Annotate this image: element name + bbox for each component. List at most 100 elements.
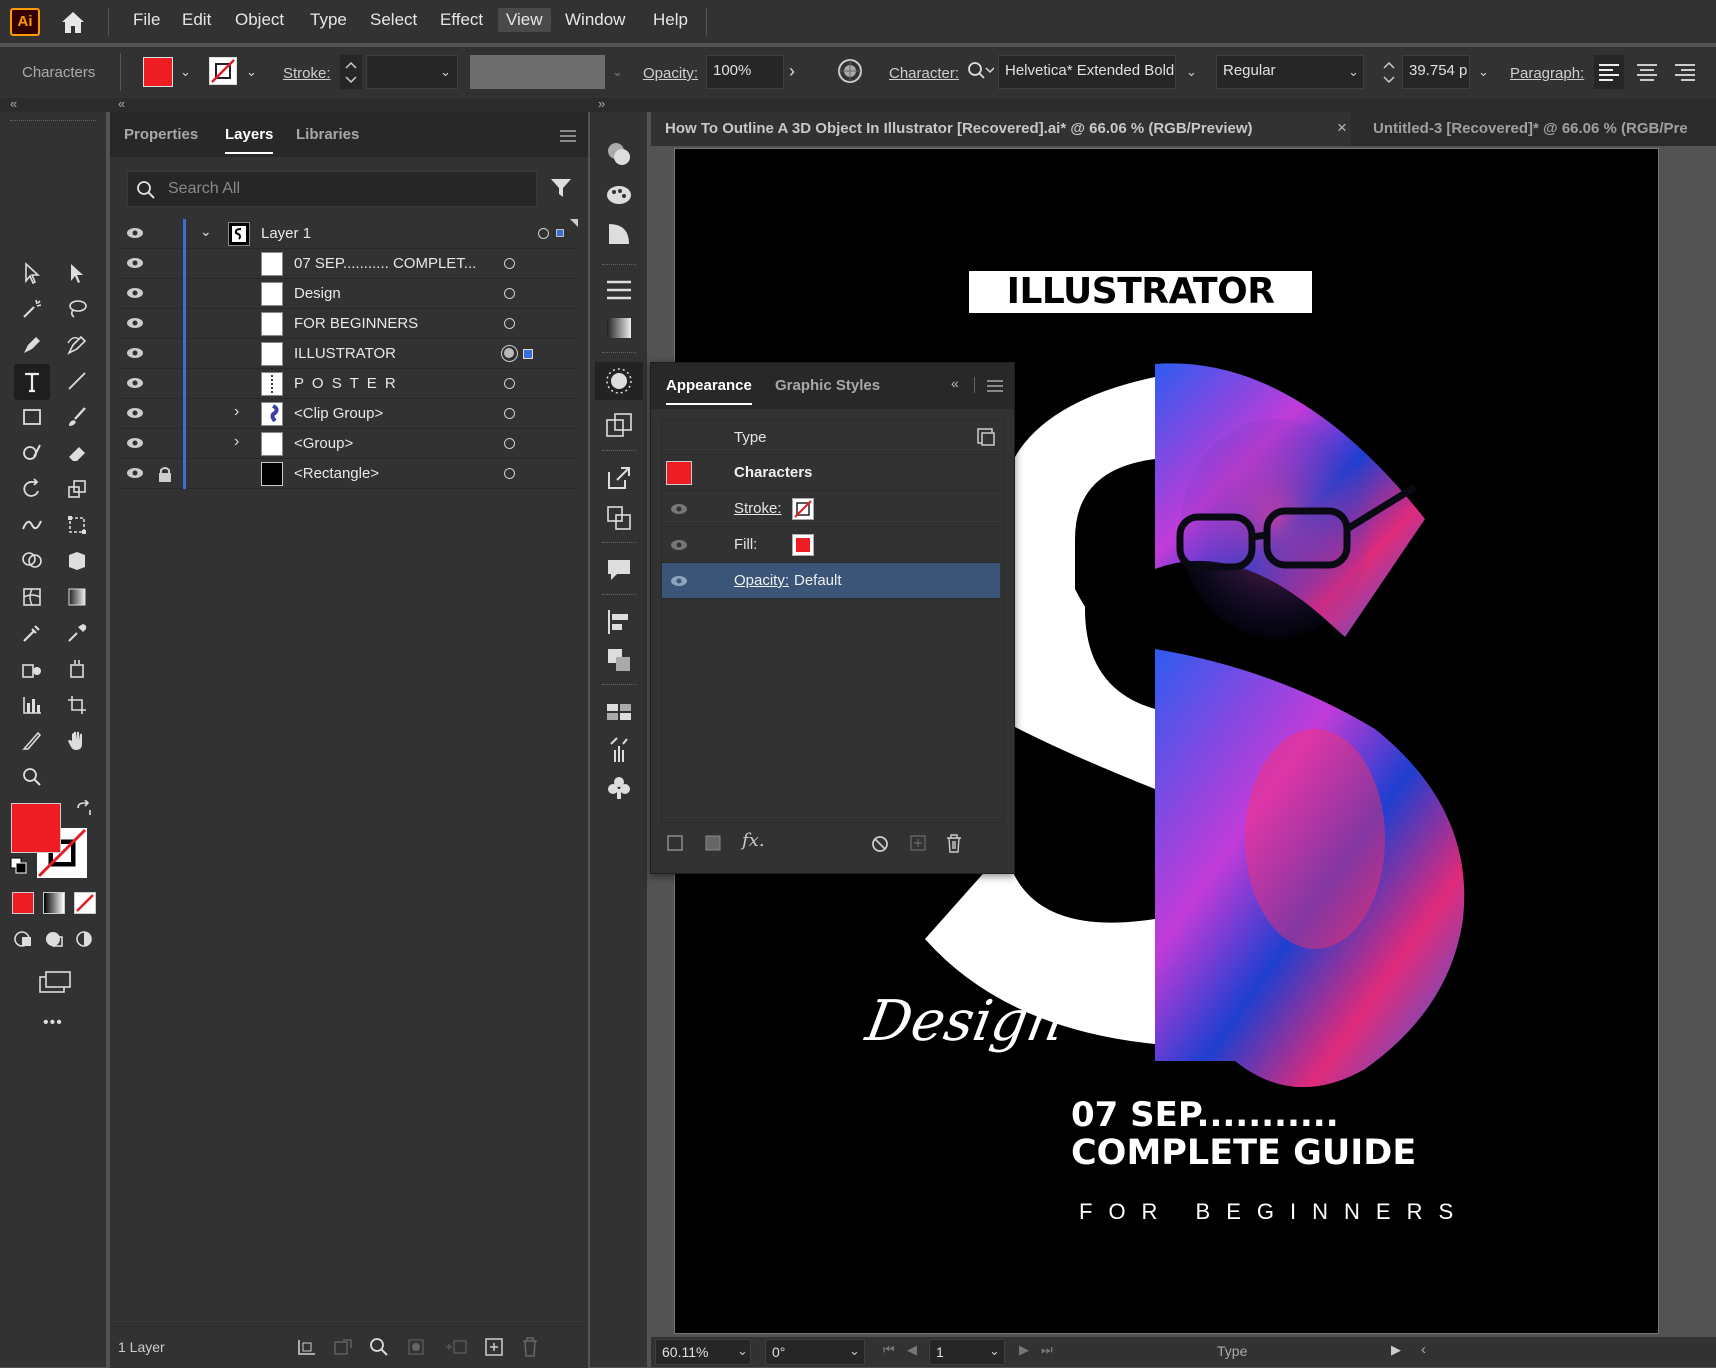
rectangle-tool[interactable] <box>17 402 47 432</box>
symbols-club-icon[interactable] <box>605 774 633 802</box>
slice-tool[interactable] <box>17 726 47 756</box>
expand-panels-icon[interactable]: » <box>598 96 605 111</box>
status-menu-arrow-icon[interactable]: ▶ <box>1391 1342 1401 1358</box>
align-panel-icon[interactable] <box>605 608 633 636</box>
layer-row-group[interactable]: › <Group> <box>118 429 578 459</box>
color-mode-button[interactable] <box>12 892 34 914</box>
lasso-tool[interactable] <box>62 294 92 324</box>
free-transform-tool[interactable] <box>62 510 92 540</box>
clear-appearance-icon[interactable] <box>870 834 890 854</box>
collapse-panel-icon[interactable]: « <box>951 375 959 391</box>
type-tool[interactable] <box>14 364 50 400</box>
mesh-tool[interactable] <box>17 582 47 612</box>
font-family-dropdown-icon[interactable]: ⌄ <box>1186 64 1197 80</box>
close-tab-icon[interactable]: × <box>1337 118 1347 138</box>
align-center-button[interactable] <box>1632 55 1662 89</box>
tab-graphic-styles[interactable]: Graphic Styles <box>775 377 880 394</box>
panel-menu-icon[interactable] <box>560 129 576 146</box>
font-search-icon[interactable] <box>966 59 995 87</box>
visibility-eye-icon[interactable] <box>126 227 144 239</box>
direct-selection-tool[interactable] <box>62 258 92 288</box>
rotation-dropdown-icon[interactable]: ⌄ <box>849 1343 860 1359</box>
blend-tool[interactable] <box>17 618 47 648</box>
shape-builder-tool[interactable] <box>17 546 47 576</box>
target-circle-icon[interactable] <box>504 258 515 269</box>
add-effect-fx-icon[interactable]: fx. <box>742 830 765 851</box>
pathfinder-icon[interactable] <box>605 646 633 674</box>
visibility-eye-icon[interactable] <box>126 287 144 299</box>
menu-object[interactable]: Object <box>235 10 284 30</box>
scroll-left-icon[interactable]: ‹ <box>1421 1341 1426 1358</box>
visibility-eye-icon[interactable] <box>126 437 144 449</box>
fill-red-swatch[interactable] <box>792 534 814 556</box>
appearance-row-stroke[interactable]: Stroke: <box>662 491 1000 527</box>
stroke-none-swatch[interactable] <box>792 498 814 520</box>
make-clipping-mask-icon[interactable] <box>406 1337 428 1357</box>
tab-appearance[interactable]: Appearance <box>666 377 752 405</box>
layer-row-layer1[interactable]: ⌄ Layer 1 <box>118 219 578 249</box>
gradient-panel-icon[interactable] <box>605 316 633 340</box>
target-circle-icon[interactable] <box>504 378 515 389</box>
profile-dropdown-icon[interactable]: ⌄ <box>612 64 623 80</box>
color-panel-icon[interactable] <box>605 140 633 168</box>
line-segment-tool[interactable] <box>62 366 92 396</box>
menu-effect[interactable]: Effect <box>440 10 483 30</box>
zoom-dropdown-icon[interactable]: ⌄ <box>737 1343 748 1359</box>
column-graph-tool[interactable] <box>17 690 47 720</box>
shaper-tool[interactable] <box>17 438 47 468</box>
symbol-sprayer-tool[interactable] <box>17 654 47 684</box>
appearance-fill-label[interactable]: Fill: <box>734 536 757 553</box>
zoom-tool[interactable] <box>17 762 47 792</box>
visibility-eye-icon[interactable] <box>126 317 144 329</box>
visibility-eye-icon[interactable] <box>670 503 688 515</box>
fill-color-box[interactable] <box>11 803 61 853</box>
target-circle-icon[interactable] <box>504 468 515 479</box>
gradient-tool[interactable] <box>62 582 92 612</box>
swap-fill-stroke-icon[interactable] <box>75 799 93 822</box>
color-guide-icon[interactable] <box>605 180 633 208</box>
opacity-arrow-icon[interactable]: › <box>789 61 795 82</box>
panel-menu-icon[interactable] <box>987 380 1003 392</box>
recolor-artwork-button[interactable] <box>836 57 864 85</box>
rotate-tool[interactable] <box>17 474 47 504</box>
target-circle-icon[interactable] <box>504 438 515 449</box>
target-circle-icon[interactable] <box>504 408 515 419</box>
default-fill-stroke-icon[interactable] <box>10 857 28 879</box>
layer-row-for-beginners[interactable]: FOR BEGINNERS <box>118 309 578 339</box>
add-stroke-icon[interactable] <box>666 834 684 852</box>
menu-file[interactable]: File <box>133 10 160 30</box>
font-size-stepper[interactable] <box>1378 55 1400 89</box>
opacity-field[interactable]: 100% <box>706 55 784 89</box>
characters-fill-swatch[interactable] <box>666 461 692 485</box>
align-left-button[interactable] <box>1594 55 1624 89</box>
appearance-stroke-label[interactable]: Stroke: <box>734 500 782 517</box>
layer-row-illustrator[interactable]: ILLUSTRATOR <box>118 339 578 369</box>
duplicate-item-icon[interactable] <box>909 834 927 852</box>
new-layer-icon[interactable] <box>484 1337 504 1357</box>
filter-icon[interactable] <box>550 177 572 203</box>
collapse-layers-icon[interactable]: « <box>118 96 125 111</box>
appearance-panel-button[interactable] <box>595 362 643 400</box>
first-artboard-icon[interactable]: ⏮ <box>883 1342 895 1358</box>
appearance-row-fill[interactable]: Fill: <box>662 527 1000 563</box>
artboard-tool[interactable] <box>62 690 92 720</box>
expand-chevron-icon[interactable]: › <box>234 403 239 421</box>
menu-help[interactable]: Help <box>653 10 688 30</box>
stroke-dropdown-icon[interactable]: ⌄ <box>246 64 257 80</box>
visibility-eye-icon[interactable] <box>670 575 688 587</box>
delete-item-icon[interactable] <box>944 833 964 853</box>
align-right-button[interactable] <box>1670 55 1700 89</box>
live-paint-tool[interactable] <box>62 654 92 684</box>
appearance-row-type[interactable]: Type <box>662 419 1000 455</box>
last-artboard-icon[interactable]: ⏭ <box>1041 1342 1053 1358</box>
export-asset-icon[interactable] <box>605 464 633 492</box>
target-circle-icon[interactable] <box>538 228 549 239</box>
font-size-dropdown-icon[interactable]: ⌄ <box>1478 64 1489 80</box>
hand-tool[interactable] <box>62 726 92 756</box>
export-icon[interactable] <box>332 1337 354 1357</box>
layers-search[interactable]: Search All <box>127 171 537 207</box>
eyedropper-tool[interactable] <box>62 618 92 648</box>
paintbrush-tool[interactable] <box>62 402 92 432</box>
menu-view[interactable]: View <box>498 8 551 32</box>
locate-object-icon[interactable] <box>368 1336 390 1358</box>
